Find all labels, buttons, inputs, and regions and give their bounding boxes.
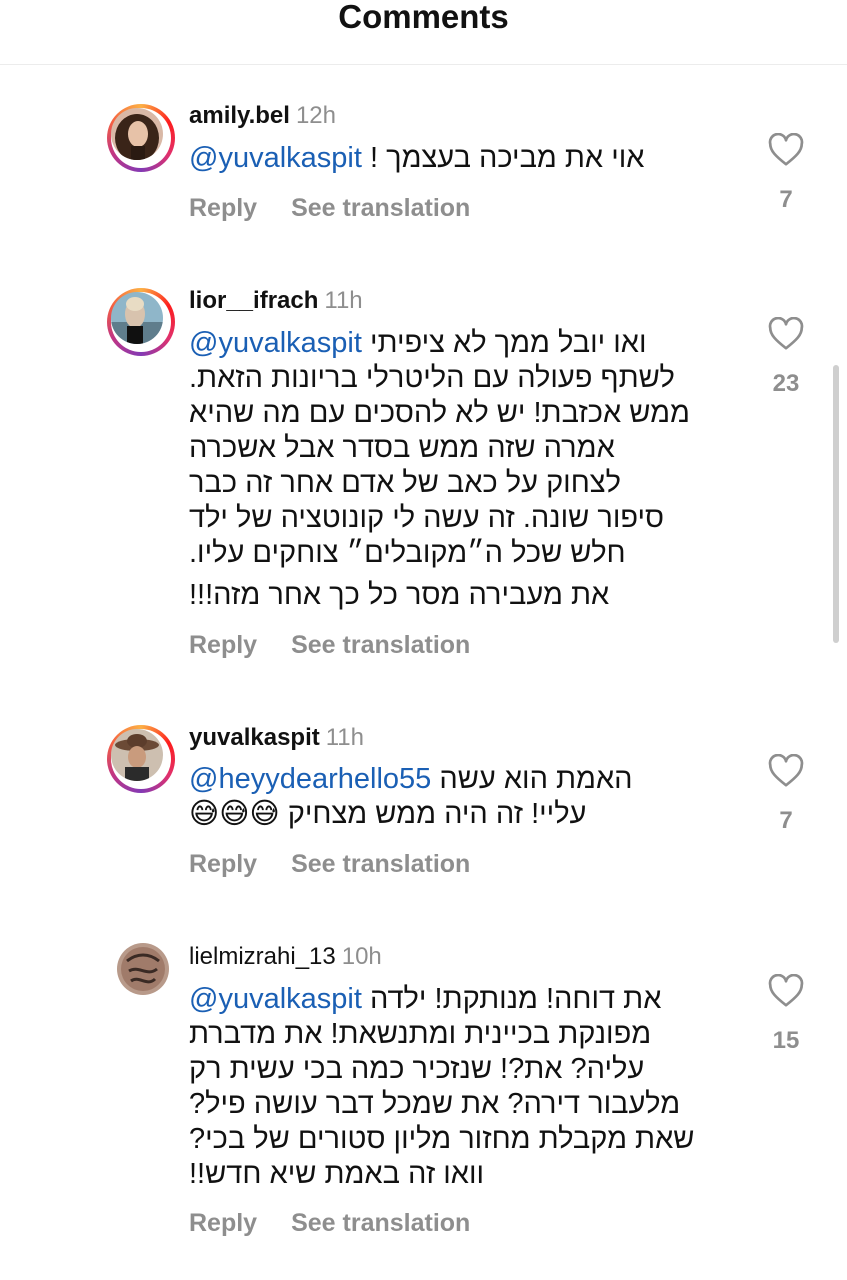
reply-button[interactable]: Reply xyxy=(189,194,257,222)
comment-line: סיפור שונה. זה עשה לי קונוטציה של ילד xyxy=(189,502,665,534)
emoji-sweat-smile-icon: 😅😅😅 xyxy=(189,798,280,830)
comment-header: lielmizrahi_13 10h xyxy=(189,943,382,971)
username[interactable]: yuvalkaspit xyxy=(189,724,320,751)
see-translation-button[interactable]: See translation xyxy=(291,850,470,878)
comment-text-extra: את מעבירה מסר כל כך אחר מזה!!! xyxy=(189,578,719,613)
avatar-photo xyxy=(111,292,163,344)
reply-button[interactable]: Reply xyxy=(189,850,257,878)
username[interactable]: lior__ifrach xyxy=(189,287,318,314)
see-translation-button[interactable]: See translation xyxy=(291,1209,470,1237)
scrollbar[interactable] xyxy=(833,365,839,643)
comment-actions: Reply See translation xyxy=(189,1209,470,1238)
comment-header: lior__ifrach 11h xyxy=(189,287,363,315)
like-button[interactable] xyxy=(768,133,804,167)
comment-line: ואו יובל ממך לא ציפיתי xyxy=(369,327,647,359)
comment-line: וואו זה באמת שיא חדש!! xyxy=(189,1158,485,1190)
comment-line: מפונקת בכיינית ומתנשאת! את מדברת xyxy=(189,1018,652,1050)
comment-text: @yuvalkaspit ואו יובל ממך לא ציפיתי לשתף… xyxy=(189,326,719,571)
comment-header: yuvalkaspit 11h xyxy=(189,724,364,752)
mention-link[interactable]: @yuvalkaspit xyxy=(189,142,362,174)
comment-actions: Reply See translation xyxy=(189,631,470,660)
mention-link[interactable]: @heyydearhello55 xyxy=(189,763,431,795)
username[interactable]: lielmizrahi_13 xyxy=(189,943,336,970)
heart-outline-icon xyxy=(768,317,804,350)
comment-actions: Reply See translation xyxy=(189,194,470,223)
comment-text: @heyydearhello55 האמת הוא עשה עליי! זה ה… xyxy=(189,762,719,832)
avatar-photo xyxy=(117,943,169,995)
heart-outline-icon xyxy=(768,133,804,166)
like-button[interactable] xyxy=(768,754,804,788)
heart-outline-icon xyxy=(768,974,804,1007)
comment-header: amily.bel 12h xyxy=(189,102,336,130)
comment-time: 11h xyxy=(324,287,363,314)
comment-line-with-emoji: עליי! זה היה ממש מצחיק 😅😅😅 xyxy=(189,797,719,832)
comment-line: ממש אכזבת! יש לא להסכים עם מה שהיא xyxy=(189,397,690,429)
avatar[interactable] xyxy=(107,104,175,172)
comment-time: 10h xyxy=(341,943,382,970)
mention-link[interactable]: @yuvalkaspit xyxy=(189,327,362,359)
like-count: 7 xyxy=(779,807,793,834)
username[interactable]: amily.bel xyxy=(189,102,290,129)
comment-line: האמת הוא עשה xyxy=(439,763,633,795)
like-count: 15 xyxy=(772,1027,800,1054)
avatar[interactable] xyxy=(107,725,175,793)
comment-line: לצחוק על כאב של אדם אחר זה כבר xyxy=(189,467,621,499)
comment-line: את מעבירה מסר כל כך אחר מזה!!! xyxy=(189,579,610,611)
mention-link[interactable]: @yuvalkaspit xyxy=(189,983,362,1015)
see-translation-button[interactable]: See translation xyxy=(291,631,470,659)
like-button[interactable] xyxy=(768,974,804,1008)
comment-line: עליה? את?! שנזכיר כמה בכי עשית רק xyxy=(189,1053,645,1085)
comment-line: את דוחה! מנותקת! ילדה xyxy=(369,983,662,1015)
like-count: 23 xyxy=(772,370,800,397)
heart-outline-icon xyxy=(768,754,804,787)
avatar-photo xyxy=(111,729,163,781)
comment-line: עליי! זה היה ממש מצחיק xyxy=(287,798,587,830)
avatar[interactable] xyxy=(107,288,175,356)
comment-line: חלש שכל ה״מקובלים״ צוחקים עליו. xyxy=(189,537,626,569)
comment-time: 11h xyxy=(325,724,364,751)
comment-text: @yuvalkaspit ! אוי את מביכה בעצמך xyxy=(189,141,719,176)
comment-actions: Reply See translation xyxy=(189,850,470,879)
avatar[interactable] xyxy=(117,943,169,995)
comment-time: 12h xyxy=(295,102,336,129)
comment-line: מלעבור דירה? את שמכל דבר עושה פיל? xyxy=(189,1088,681,1120)
comment-line: ! אוי את מביכה בעצמך xyxy=(369,142,645,174)
avatar-photo xyxy=(111,108,163,160)
like-button[interactable] xyxy=(768,317,804,351)
like-count: 7 xyxy=(779,186,793,213)
see-translation-button[interactable]: See translation xyxy=(291,194,470,222)
comments-header: Comments xyxy=(0,0,847,65)
comment-line: אמרה שזה ממש בסדר אבל אשכרה xyxy=(189,432,615,464)
reply-button[interactable]: Reply xyxy=(189,631,257,659)
comment-line: לשתף פעולה עם הליטרלי בריונות הזאת. xyxy=(189,362,675,394)
comment-text: @yuvalkaspit את דוחה! מנותקת! ילדה מפונק… xyxy=(189,982,719,1192)
reply-button[interactable]: Reply xyxy=(189,1209,257,1237)
page-title: Comments xyxy=(338,0,509,35)
comment-line: שאת מקבלת מחזור מליון סטורים של בכי? xyxy=(189,1123,695,1155)
